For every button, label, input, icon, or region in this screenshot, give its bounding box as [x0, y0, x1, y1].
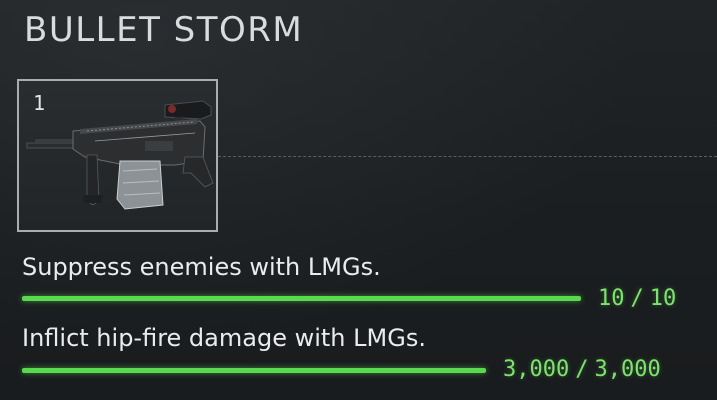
challenge-progress-bar — [22, 296, 581, 301]
progress-current: 10 — [598, 286, 625, 311]
challenge-item: Inflict hip-fire damage with LMGs. — [22, 324, 426, 352]
progress-separator: / — [630, 286, 644, 311]
slot-number: 1 — [33, 91, 46, 115]
challenge-progress-bar — [22, 368, 486, 373]
progress-separator: / — [575, 357, 589, 382]
lmg-weapon-icon — [26, 100, 214, 210]
progress-total: 10 — [649, 286, 677, 311]
page-title: BULLET STORM — [24, 10, 304, 50]
weapon-reward-tile[interactable]: 1 — [17, 79, 218, 232]
challenge-label: Suppress enemies with LMGs. — [22, 253, 381, 281]
progress-total: 3,000 — [594, 357, 661, 382]
challenge-item: Suppress enemies with LMGs. — [22, 253, 381, 281]
challenge-progress-text: 10/10 — [598, 286, 676, 311]
progress-current: 3,000 — [503, 357, 570, 382]
challenge-label: Inflict hip-fire damage with LMGs. — [22, 324, 426, 352]
connector-line — [218, 156, 717, 157]
challenge-progress-text: 3,000/3,000 — [503, 357, 661, 382]
